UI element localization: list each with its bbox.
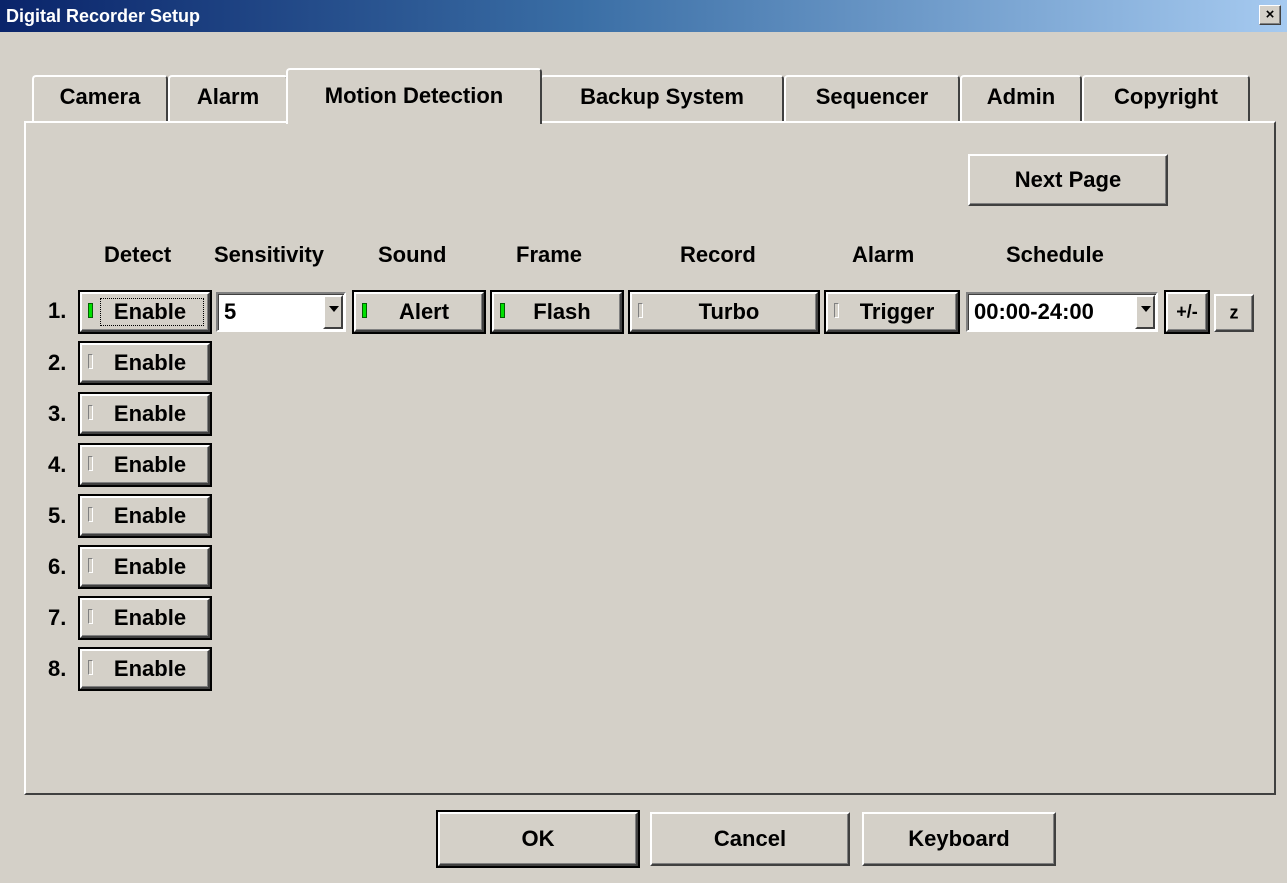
next-page-button[interactable]: Next Page (968, 154, 1168, 206)
record-turbo-button[interactable]: Turbo (628, 290, 820, 334)
motion-detection-panel (24, 121, 1276, 795)
tab-alarm[interactable]: Alarm (168, 75, 288, 122)
tab-label: Alarm (196, 84, 260, 109)
close-icon: × (1265, 6, 1275, 23)
tab-label: Backup System (580, 84, 744, 109)
schedule-select[interactable]: 00:00-24:00 (966, 292, 1158, 332)
keyboard-button[interactable]: Keyboard (862, 812, 1056, 866)
chevron-down-icon[interactable] (323, 295, 343, 329)
tab-joint (288, 119, 538, 125)
detect-enable-button-8[interactable]: Enable (78, 647, 212, 691)
window-title: Digital Recorder Setup (6, 6, 201, 26)
ok-button[interactable]: OK (436, 810, 640, 868)
detect-enable-button-1[interactable]: Enable (78, 290, 212, 334)
dialog-window: Digital Recorder Setup × Camera Alarm Mo… (0, 0, 1287, 883)
alarm-trigger-button[interactable]: Trigger (824, 290, 960, 334)
tab-label: Motion Detection (324, 83, 504, 108)
tab-admin[interactable]: Admin (960, 75, 1082, 122)
tab-copyright[interactable]: Copyright (1082, 75, 1250, 122)
close-button[interactable]: × (1259, 5, 1281, 25)
detect-enable-button-4[interactable]: Enable (78, 443, 212, 487)
tab-label: Copyright (1114, 84, 1218, 109)
detect-enable-button-5[interactable]: Enable (78, 494, 212, 538)
detect-enable-button-2[interactable]: Enable (78, 341, 212, 385)
tab-sequencer[interactable]: Sequencer (784, 75, 960, 122)
z-button[interactable]: z (1214, 294, 1254, 332)
tab-label: Sequencer (815, 84, 929, 109)
sensitivity-select[interactable]: 5 (216, 292, 346, 332)
detect-enable-button-6[interactable]: Enable (78, 545, 212, 589)
sound-alert-button[interactable]: Alert (352, 290, 486, 334)
detect-enable-button-7[interactable]: Enable (78, 596, 212, 640)
tab-backup-system[interactable]: Backup System (540, 75, 784, 122)
title-bar: Digital Recorder Setup × (0, 0, 1287, 32)
chevron-down-icon[interactable] (1135, 295, 1155, 329)
cancel-button[interactable]: Cancel (650, 812, 850, 866)
tab-label: Camera (59, 84, 141, 109)
plus-minus-button[interactable]: +/- (1164, 290, 1210, 334)
tab-motion-detection[interactable]: Motion Detection (286, 68, 542, 124)
detect-enable-button-3[interactable]: Enable (78, 392, 212, 436)
tab-camera[interactable]: Camera (32, 75, 168, 122)
frame-flash-button[interactable]: Flash (490, 290, 624, 334)
tab-label: Admin (986, 84, 1056, 109)
